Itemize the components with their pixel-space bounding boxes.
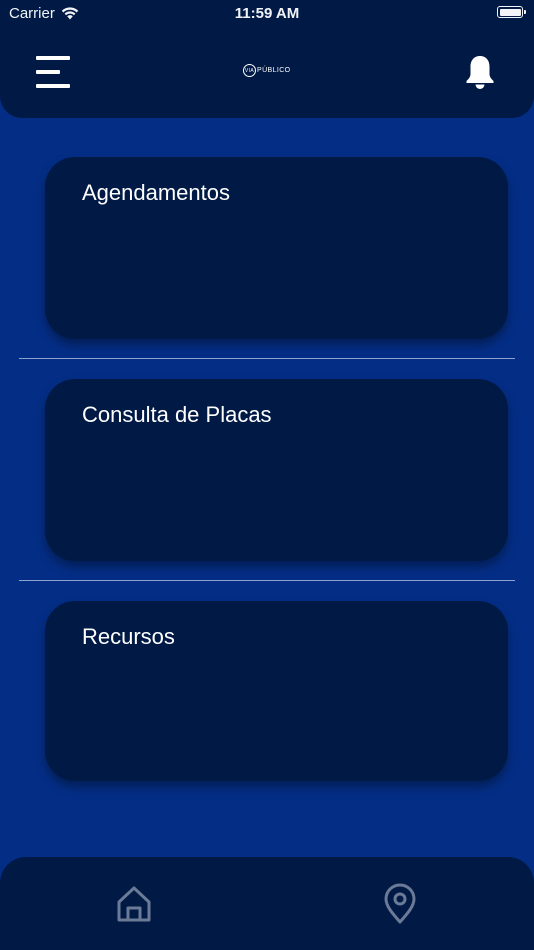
- logo-mark: VIA: [243, 64, 256, 77]
- nav-home-button[interactable]: [114, 883, 154, 925]
- menu-line: [36, 84, 70, 88]
- location-pin-icon: [384, 883, 416, 924]
- divider: [19, 580, 515, 581]
- battery-icon: [497, 6, 526, 18]
- menu-button[interactable]: [36, 56, 72, 90]
- bottom-nav: [0, 857, 534, 950]
- logo-text: PÚBLICO: [257, 67, 291, 74]
- hamburger-menu-icon: [36, 56, 70, 60]
- bell-icon: [466, 56, 494, 89]
- menu-line: [36, 70, 60, 74]
- card-title: Recursos: [82, 624, 175, 649]
- top-header: Carrier 11:59 AM VIA PÚBLICO: [0, 0, 534, 118]
- card-agendamentos[interactable]: Agendamentos: [45, 157, 508, 339]
- card-title: Agendamentos: [82, 180, 230, 205]
- card-title: Consulta de Placas: [82, 402, 272, 427]
- app-logo: VIA PÚBLICO: [243, 64, 291, 77]
- card-consulta-de-placas[interactable]: Consulta de Placas: [45, 379, 508, 561]
- card-recursos[interactable]: Recursos: [45, 601, 508, 781]
- nav-location-button[interactable]: [380, 883, 420, 925]
- home-icon: [117, 886, 151, 922]
- status-time: 11:59 AM: [234, 5, 300, 22]
- status-bar: Carrier 11:59 AM: [0, 0, 534, 28]
- notifications-button[interactable]: [464, 54, 496, 90]
- divider: [19, 358, 515, 359]
